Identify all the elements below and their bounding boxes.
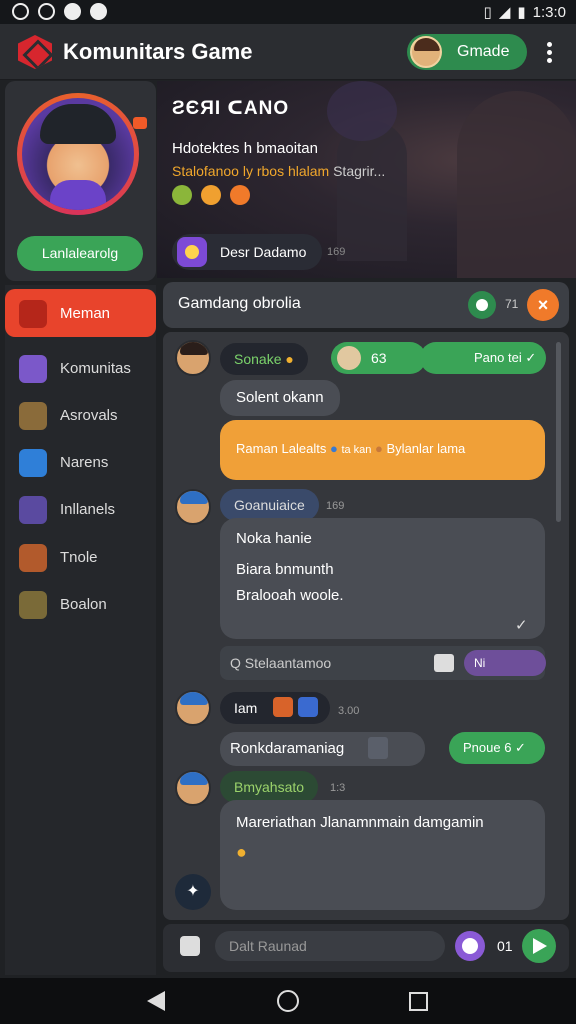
sidebar-item-meman[interactable]: Meman — [5, 289, 156, 337]
game-icon — [19, 496, 47, 524]
reply-chip[interactable]: Pano tei ✓ — [420, 342, 546, 374]
avatar — [410, 36, 442, 68]
recents-icon[interactable] — [409, 992, 428, 1011]
item-icon — [273, 697, 293, 717]
hero-icon — [19, 402, 47, 430]
wifi-icon: ◢ — [498, 4, 511, 21]
sidebar-item-inllanels[interactable]: Inllanels — [5, 485, 156, 533]
game-icon — [177, 237, 207, 267]
message-input[interactable]: Dalt Raunad — [215, 931, 445, 961]
avatar — [175, 770, 211, 806]
message-bubble: Mareriathan Jlanamnmain damgamin ● — [220, 800, 545, 910]
online-icon[interactable] — [468, 291, 496, 319]
avatar — [175, 690, 211, 726]
map-icon — [19, 591, 47, 619]
avatar — [337, 346, 361, 370]
flag-icon — [133, 117, 147, 129]
clock: 1:3:0 — [532, 3, 566, 21]
bird-icon — [19, 449, 47, 477]
vibrate-icon: ▯ — [483, 4, 492, 21]
status-bar: ▯ ◢ ▮ 1:3:0 — [0, 0, 576, 24]
message-bubble: Solent okann — [220, 380, 340, 416]
attachment-icon — [368, 737, 388, 759]
app-title: Komunitars Game — [63, 39, 253, 64]
chat-header: Gamdang obrolia 71 × — [163, 282, 569, 328]
attach-icon[interactable] — [180, 936, 200, 956]
banner-desc-chip[interactable]: Desr Dadamo — [172, 234, 322, 270]
username-chip[interactable]: Sonake ● — [220, 343, 308, 375]
badge-icon — [230, 185, 250, 205]
item-icon — [298, 697, 318, 717]
system-nav-bar — [0, 978, 576, 1024]
chat-title: Gamdang obrolia — [178, 295, 301, 312]
banner-subtitle: Hdotektes h bmaoitan — [172, 140, 318, 157]
username-chip[interactable]: Goanuiaice — [220, 489, 319, 521]
close-icon[interactable]: × — [527, 289, 559, 321]
home-icon[interactable] — [277, 990, 299, 1012]
trophy-icon — [19, 544, 47, 572]
play-icon — [64, 3, 81, 20]
more-menu-icon[interactable] — [540, 40, 558, 64]
highlight-bubble: Raman Lalealts ● ta kan ● Bylanlar lama — [220, 420, 545, 480]
timestamp: 3.00 — [338, 705, 360, 717]
scrollbar[interactable] — [556, 342, 561, 522]
sidebar-item-asrovals[interactable]: Asrovals — [5, 391, 156, 439]
message-icon — [90, 3, 107, 20]
game-profile-button[interactable]: Gmade — [407, 34, 527, 70]
read-check-icon: ✓ — [515, 617, 528, 634]
badge-icon — [201, 185, 221, 205]
timestamp: 1:3 — [330, 782, 346, 794]
username-chip[interactable]: Bmyahsato — [220, 771, 319, 803]
home-icon — [19, 300, 47, 328]
message-bubble: Ronkdaramaniag — [220, 732, 425, 766]
community-icon — [19, 355, 47, 383]
banner-badges — [172, 185, 250, 205]
banner-count: 169 — [327, 246, 346, 258]
sync-icon — [38, 3, 55, 20]
emoji-icon[interactable] — [455, 931, 485, 961]
online-count: 71 — [505, 297, 519, 311]
avatar — [175, 489, 211, 525]
sidebar-item-narens[interactable]: Narens — [5, 438, 156, 486]
send-button[interactable] — [522, 929, 556, 963]
avatar — [175, 340, 211, 376]
sidebar-item-komunitas[interactable]: Komunitas — [5, 344, 156, 392]
app-logo-icon — [18, 35, 52, 69]
banner-link[interactable]: Stalofanoo ly rbos hlalam Stagrir... — [172, 163, 385, 179]
sidebar-item-tnole[interactable]: Tnole — [5, 533, 156, 581]
game-button-label: Gmade — [457, 43, 510, 60]
sidebar: Meman Komunitas Asrovals Narens Inllanel… — [5, 285, 156, 975]
emoji-icon: ● — [236, 842, 247, 862]
profile-button[interactable]: Lanlalearolg — [17, 236, 143, 271]
banner-title: ƧЄЯI ᑕANO — [172, 98, 290, 119]
timestamp: 169 — [326, 500, 345, 512]
sidebar-item-boalon[interactable]: Boalon — [5, 580, 156, 628]
badge-icon — [172, 185, 192, 205]
notification-icon — [12, 3, 29, 20]
profile-avatar[interactable] — [17, 93, 139, 215]
calendar-icon — [434, 654, 454, 672]
battery-icon: ▮ — [517, 4, 526, 21]
bird-icon[interactable]: ✦ — [175, 874, 211, 910]
search-chip[interactable]: Q Stelaantamoo Ni — [220, 646, 546, 680]
message-bubble: Noka hanie Biara bnmunth Bralooah woole.… — [220, 518, 545, 639]
back-icon[interactable] — [147, 991, 165, 1011]
input-count: 01 — [497, 938, 513, 954]
reply-chip[interactable]: Pnoue 6 ✓ — [449, 732, 545, 764]
